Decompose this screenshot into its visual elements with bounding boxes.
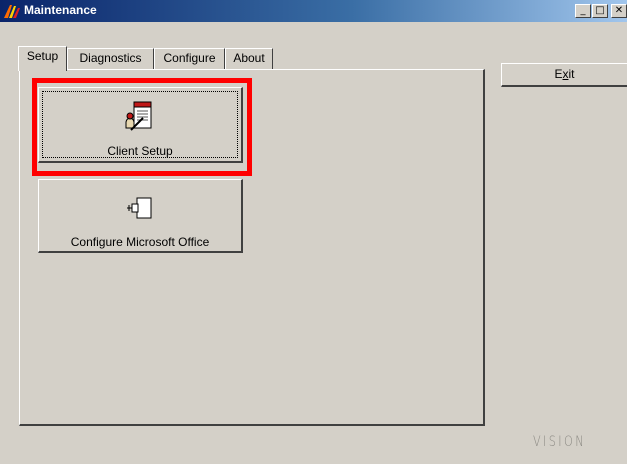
tab-about[interactable]: About [225, 48, 273, 69]
vision-logo-text: VISION [533, 434, 586, 450]
tab-configure[interactable]: Configure [154, 48, 225, 69]
tab-setup[interactable]: Setup [18, 46, 67, 71]
highlight-box [32, 78, 252, 176]
tab-about-label: About [233, 51, 265, 65]
exit-label-prefix: E [554, 67, 563, 81]
window-title: Maintenance [24, 3, 97, 17]
close-button[interactable]: ✕ [611, 4, 627, 18]
configure-office-button[interactable]: Configure Microsoft Office [38, 179, 243, 253]
maximize-button[interactable]: □ [592, 4, 608, 18]
minimize-button[interactable]: _ [575, 4, 591, 18]
office-plugin-icon [127, 197, 152, 219]
maintenance-window: Maintenance _ □ ✕ Setup Diagnostics Conf… [0, 0, 627, 464]
tab-diagnostics-label: Diagnostics [79, 51, 142, 65]
tab-configure-label: Configure [163, 51, 216, 65]
tab-setup-label: Setup [26, 49, 59, 63]
configure-office-label: Configure Microsoft Office [70, 235, 210, 249]
title-bar[interactable]: Maintenance _ □ ✕ [0, 0, 627, 22]
exit-button[interactable]: Exit [501, 63, 627, 87]
app-icon [4, 5, 20, 18]
tab-diagnostics[interactable]: Diagnostics [67, 48, 154, 69]
exit-label-suffix: it [568, 67, 575, 81]
